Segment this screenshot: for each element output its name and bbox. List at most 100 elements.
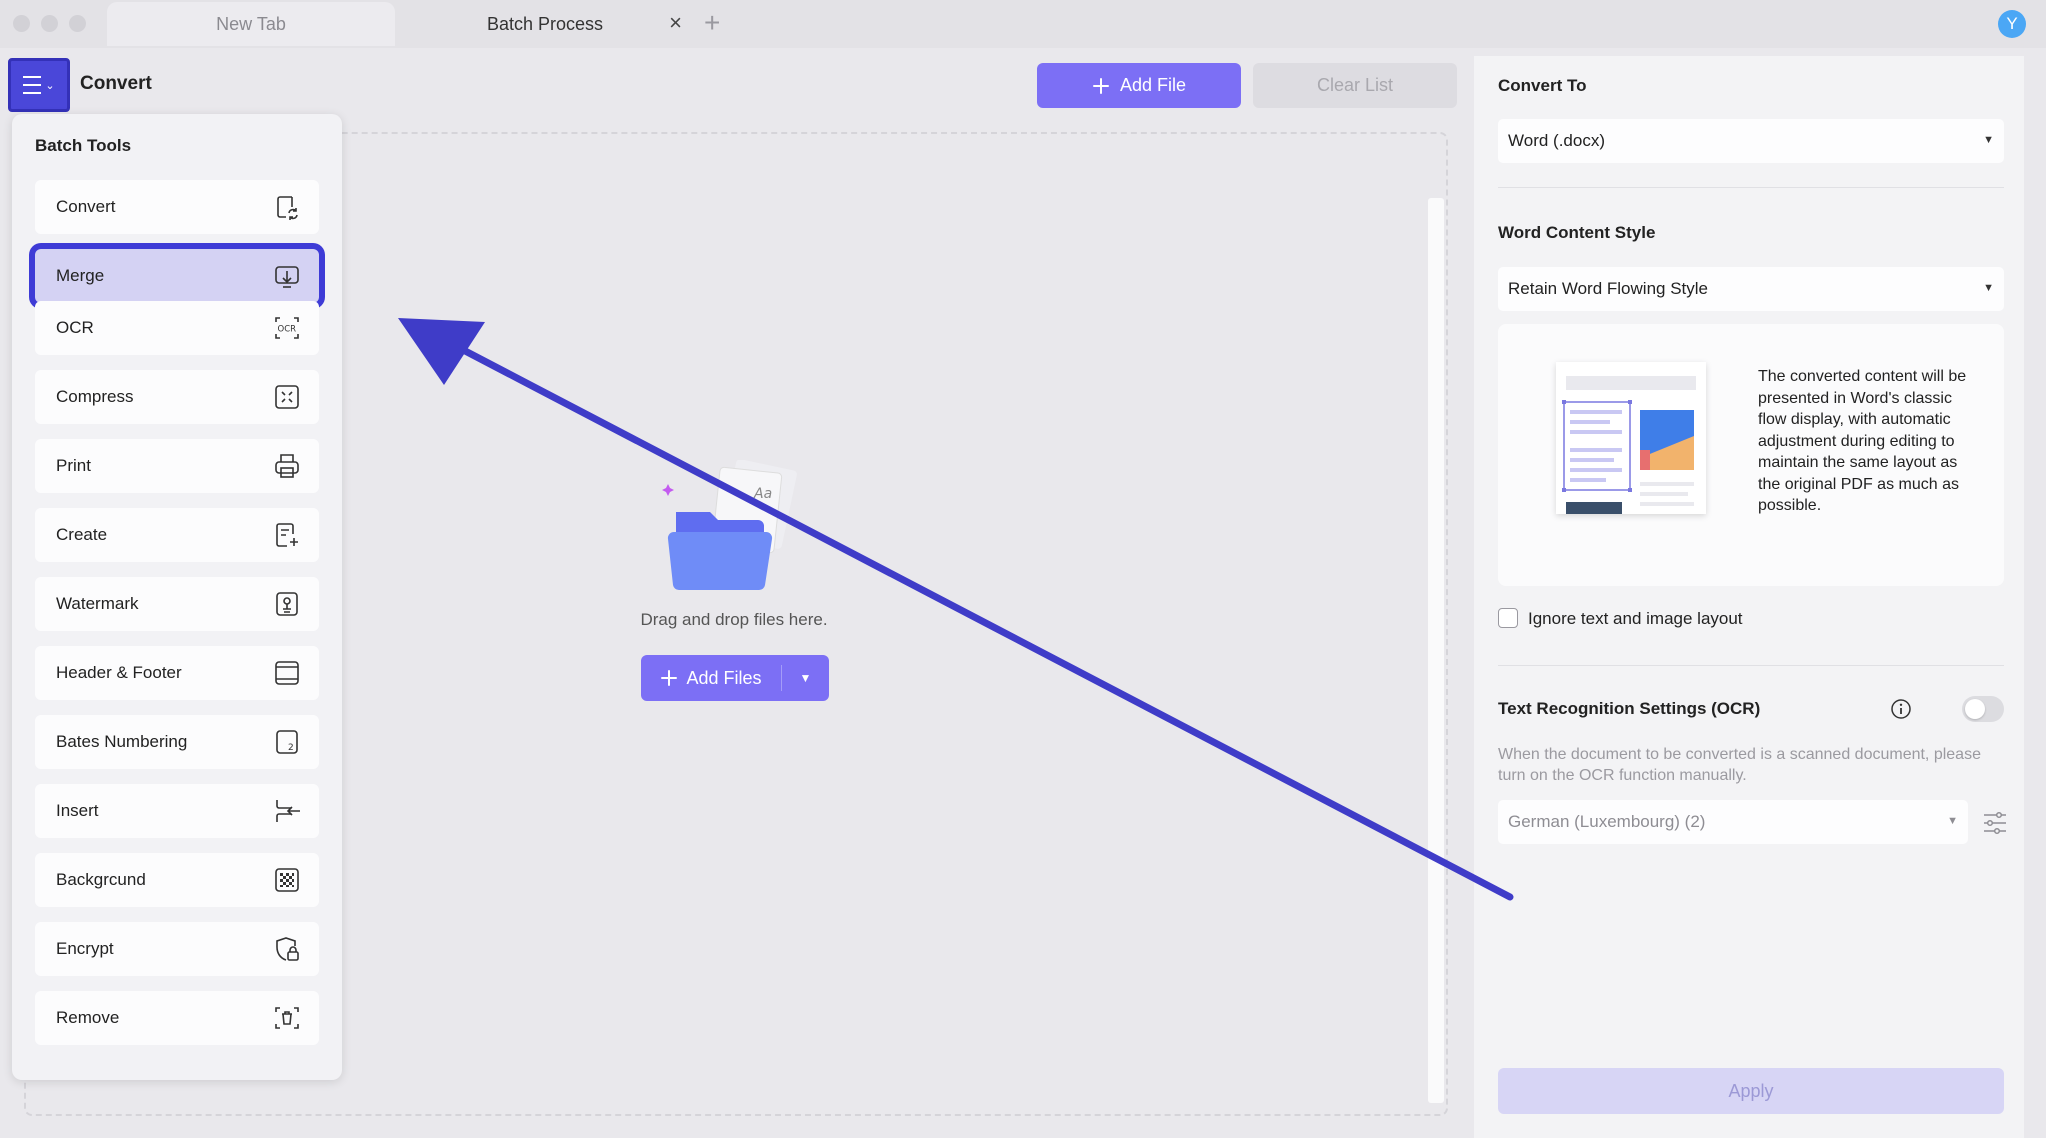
convert-to-label: Convert To	[1498, 76, 1587, 95]
merge-icon	[275, 266, 299, 288]
tool-insert[interactable]: Insert	[35, 784, 319, 838]
add-files-main[interactable]: Add Files	[641, 655, 781, 701]
title-bar: New Tab Batch Process × + Y	[0, 0, 2046, 48]
close-tab-icon[interactable]: ×	[669, 12, 682, 34]
ignore-layout-checkbox[interactable]	[1498, 608, 1518, 628]
convert-to-select[interactable]: Word (.docx) ▼	[1498, 119, 2004, 163]
create-icon	[276, 523, 298, 547]
caret-down-icon: ▼	[1983, 134, 1994, 146]
clear-list-button[interactable]: Clear List	[1253, 63, 1457, 108]
tool-label: OCR	[56, 318, 94, 337]
ocr-icon: OCR	[275, 317, 299, 339]
svg-text:OCR: OCR	[278, 325, 297, 335]
tool-merge[interactable]: Merge	[35, 249, 319, 303]
tab-label: New Tab	[216, 13, 286, 34]
tab-new-tab[interactable]: New Tab	[107, 2, 395, 46]
sliders-settings-icon[interactable]	[1982, 810, 2008, 836]
compress-icon	[275, 385, 299, 409]
tool-label: Header & Footer	[56, 663, 182, 682]
tool-label: Encrypt	[56, 939, 114, 958]
tools-menu-button[interactable]: ⌄	[8, 58, 70, 112]
apply-button[interactable]: Apply	[1498, 1068, 2004, 1114]
folder-illustration: Aa	[662, 460, 797, 591]
tool-label: Convert	[56, 197, 116, 216]
add-file-button[interactable]: Add File	[1037, 63, 1241, 108]
content-style-label: Word Content Style	[1498, 223, 1656, 242]
remove-icon	[275, 1007, 299, 1029]
zoom-window-button[interactable]	[69, 15, 86, 32]
new-tab-icon[interactable]: +	[704, 8, 720, 38]
convert-icon	[277, 196, 298, 220]
tool-label: Bates Numbering	[56, 732, 188, 751]
insert-icon	[276, 800, 300, 822]
tool-label: Backgrcund	[56, 870, 146, 889]
plus-icon	[661, 670, 678, 686]
content-style-value: Retain Word Flowing Style	[1508, 279, 1708, 298]
watermark-icon	[276, 592, 298, 616]
convert-to-value: Word (.docx)	[1508, 131, 1605, 150]
encrypt-icon	[276, 937, 299, 961]
batch-tools-title: Batch Tools	[35, 136, 132, 155]
tab-label: Batch Process	[486, 13, 604, 34]
print-icon	[275, 454, 299, 478]
bates-numbering-icon: 2	[276, 730, 298, 754]
scrollbar[interactable]	[1428, 198, 1444, 1103]
tool-background[interactable]: Backgrcund	[35, 853, 319, 907]
tool-label: Compress	[56, 387, 134, 406]
ocr-language-select[interactable]: German (Luxembourg) (2) ▼	[1498, 800, 1968, 844]
content-style-select[interactable]: Retain Word Flowing Style ▼	[1498, 267, 2004, 311]
ignore-layout-label: Ignore text and image layout	[1528, 609, 1743, 628]
style-preview-card: The converted content will be presented …	[1498, 324, 2004, 586]
ocr-language-value: German (Luxembourg) (2)	[1508, 812, 1706, 831]
tab-batch-process[interactable]: Batch Process ×	[398, 2, 692, 46]
apply-label: Apply	[1728, 1080, 1774, 1101]
document-preview-image	[1556, 362, 1706, 514]
tool-print[interactable]: Print	[35, 439, 319, 493]
tool-watermark[interactable]: Watermark	[35, 577, 319, 631]
info-icon[interactable]	[1890, 698, 1912, 720]
tool-convert[interactable]: Convert	[35, 180, 319, 234]
caret-down-icon: ▼	[1947, 815, 1958, 827]
conversion-settings-panel: Convert To Word (.docx) ▼ Word Content S…	[1474, 56, 2024, 1138]
chevron-down-icon: ⌄	[45, 79, 55, 92]
tool-label: Print	[56, 456, 91, 475]
tool-label: Merge	[56, 266, 105, 285]
ocr-toggle[interactable]	[1962, 696, 2004, 722]
add-files-label: Add Files	[686, 667, 762, 688]
batch-tools-panel: Batch Tools Convert Merge OCR OCR Compre…	[12, 114, 342, 1080]
avatar-initial: Y	[2006, 14, 2018, 33]
tool-create[interactable]: Create	[35, 508, 319, 562]
tool-compress[interactable]: Compress	[35, 370, 319, 424]
clear-list-label: Clear List	[1316, 75, 1394, 95]
caret-down-icon: ▼	[799, 671, 812, 685]
close-window-button[interactable]	[13, 15, 30, 32]
background-icon	[275, 868, 299, 892]
tool-header-footer[interactable]: Header & Footer	[35, 646, 319, 700]
add-file-label: Add File	[1119, 75, 1187, 95]
svg-text:2: 2	[288, 743, 294, 753]
tool-label: Remove	[56, 1008, 120, 1027]
svg-text:Aa: Aa	[753, 486, 772, 502]
tool-encrypt[interactable]: Encrypt	[35, 922, 319, 976]
user-avatar[interactable]: Y	[1998, 10, 2026, 38]
page-title: Convert	[80, 73, 152, 94]
style-description: The converted content will be presented …	[1758, 368, 1967, 514]
ocr-note: When the document to be converted is a s…	[1498, 746, 1981, 784]
add-files-dropdown[interactable]: ▼	[782, 655, 829, 701]
toggle-knob	[1965, 699, 1985, 719]
header-footer-icon	[275, 661, 299, 685]
plus-icon	[1092, 77, 1109, 94]
add-files-button[interactable]: Add Files ▼	[641, 655, 829, 701]
menu-icon	[23, 76, 42, 94]
tool-label: Insert	[56, 801, 99, 820]
tool-bates-numbering[interactable]: Bates Numbering 2	[35, 715, 319, 769]
tool-ocr[interactable]: OCR OCR	[35, 301, 319, 355]
tool-label: Create	[56, 525, 108, 544]
divider	[1498, 665, 2004, 666]
tool-remove[interactable]: Remove	[35, 991, 319, 1045]
tool-label: Watermark	[56, 594, 139, 613]
ocr-settings-label: Text Recognition Settings (OCR)	[1498, 699, 1761, 718]
divider	[1498, 187, 2004, 188]
caret-down-icon: ▼	[1983, 282, 1994, 294]
minimize-window-button[interactable]	[41, 15, 58, 32]
